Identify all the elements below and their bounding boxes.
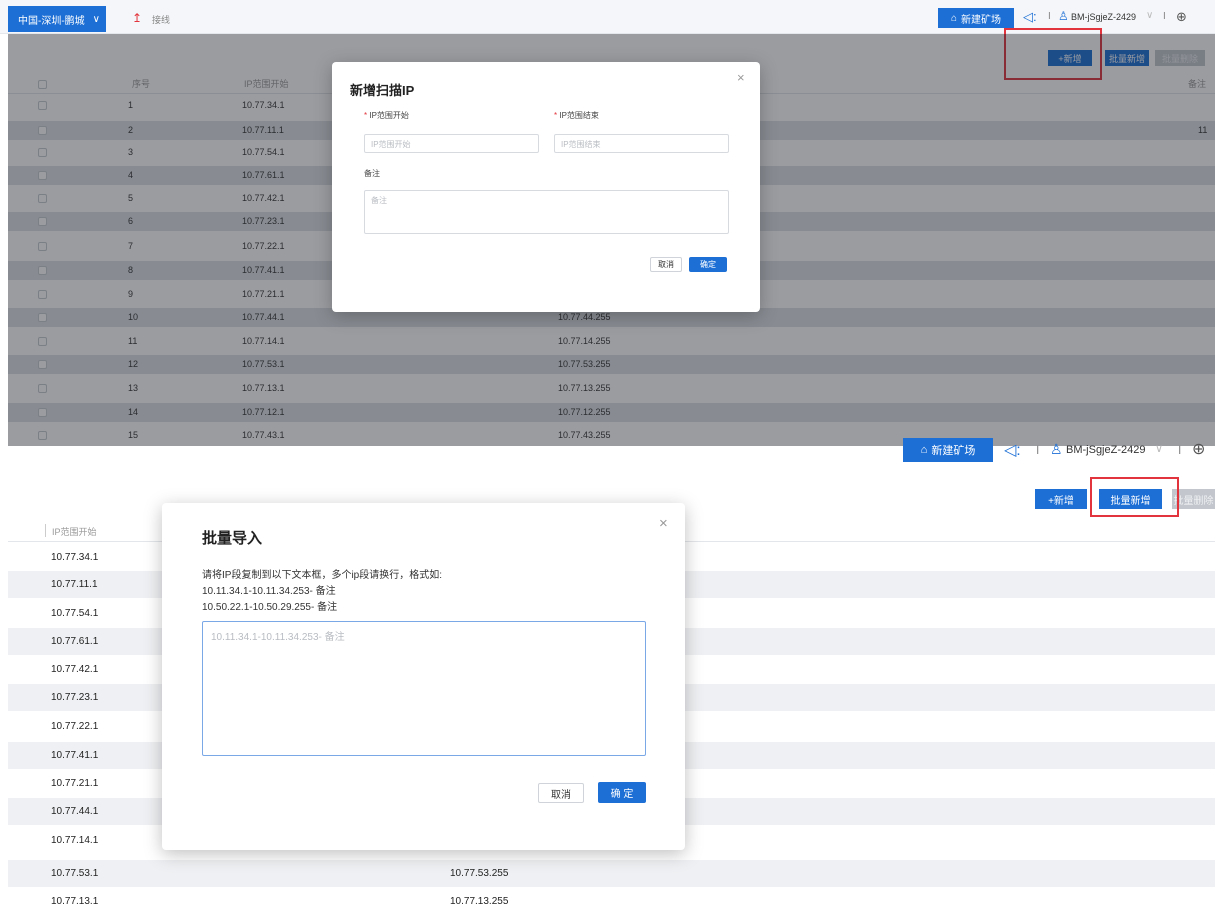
example-line-1: 10.11.34.1-10.11.34.253- 备注 bbox=[202, 586, 336, 597]
globe-icon[interactable]: ⊕ bbox=[1192, 439, 1205, 459]
add-button[interactable]: +新增 bbox=[1035, 489, 1087, 509]
username[interactable]: BM-jSgjeZ-2429 bbox=[1071, 12, 1136, 22]
add-scan-ip-dialog: 新增扫描IP × * IP范围开始 * IP范围结束 IP范围开始 IP范围结束… bbox=[332, 62, 760, 312]
ip-start-input[interactable]: IP范围开始 bbox=[364, 134, 539, 153]
table-row[interactable]: 10.77.53.1 10.77.53.255 bbox=[8, 860, 1215, 887]
ip-start-label-text: IP范围开始 bbox=[369, 111, 409, 120]
new-factory-label: 新建矿场 bbox=[961, 14, 1002, 26]
close-icon[interactable]: × bbox=[659, 515, 668, 532]
user-icon: ♙ bbox=[1050, 441, 1063, 457]
separator: I bbox=[1178, 443, 1182, 457]
row-ip-start: 10.77.22.1 bbox=[51, 721, 99, 732]
col-ip-start: IP范围开始 bbox=[52, 527, 97, 537]
chevron-down-icon[interactable]: ∨ bbox=[1155, 442, 1163, 455]
example-line-2: 10.50.22.1-10.50.29.255- 备注 bbox=[202, 602, 338, 613]
row-ip-start: 10.77.54.1 bbox=[51, 608, 99, 619]
confirm-button[interactable]: 确定 bbox=[689, 257, 727, 272]
cancel-button[interactable]: 取消 bbox=[650, 257, 682, 272]
chevron-down-icon: ∨ bbox=[92, 13, 100, 25]
highlight-box bbox=[1090, 477, 1179, 517]
new-factory-button[interactable]: ⌂ 新建矿场 bbox=[903, 438, 993, 462]
table-row[interactable]: 10.77.13.1 10.77.13.255 bbox=[8, 888, 1215, 915]
dialog-title: 新增扫描IP bbox=[350, 83, 415, 98]
nav-label: 接线 bbox=[152, 15, 171, 25]
row-ip-start: 10.77.44.1 bbox=[51, 806, 99, 817]
confirm-button[interactable]: 确 定 bbox=[598, 782, 646, 803]
region-selector[interactable]: 中国-深圳-鹏城 ∨ bbox=[8, 6, 106, 32]
row-ip-end: 10.77.13.255 bbox=[450, 896, 509, 907]
row-ip-start: 10.77.61.1 bbox=[51, 636, 99, 647]
region-label: 中国-深圳-鹏城 bbox=[18, 15, 85, 27]
row-ip-start: 10.77.14.1 bbox=[51, 835, 99, 846]
row-ip-start: 10.77.13.1 bbox=[51, 896, 99, 907]
remark-textarea[interactable]: 备注 bbox=[364, 190, 729, 234]
row-ip-start: 10.77.23.1 bbox=[51, 692, 99, 703]
building-icon: ⌂ bbox=[920, 444, 928, 456]
ip-end-input[interactable]: IP范围结束 bbox=[554, 134, 729, 153]
building-icon: ⌂ bbox=[950, 12, 958, 24]
chevron-down-icon[interactable]: ∨ bbox=[1146, 10, 1153, 21]
dialog-title: 批量导入 bbox=[202, 530, 263, 547]
row-ip-start: 10.77.34.1 bbox=[51, 552, 99, 563]
separator: I bbox=[1163, 11, 1166, 22]
separator: I bbox=[1036, 443, 1040, 457]
globe-icon[interactable]: ⊕ bbox=[1176, 9, 1187, 25]
speaker-icon[interactable]: ◁: bbox=[1004, 440, 1021, 460]
close-icon[interactable]: × bbox=[737, 70, 745, 85]
ip-end-label: * IP范围结束 bbox=[554, 111, 599, 120]
speaker-icon[interactable]: ◁: bbox=[1023, 9, 1037, 25]
row-ip-start: 10.77.42.1 bbox=[51, 664, 99, 675]
username[interactable]: BM-jSgjeZ-2429 bbox=[1066, 444, 1145, 456]
ip-end-label-text: IP范围结束 bbox=[559, 111, 599, 120]
row-ip-start: 10.77.11.1 bbox=[51, 579, 98, 590]
cancel-button[interactable]: 取消 bbox=[538, 783, 584, 803]
row-ip-start: 10.77.21.1 bbox=[51, 778, 99, 789]
row-ip-start: 10.77.41.1 bbox=[51, 750, 99, 761]
header-bar-2 bbox=[0, 446, 1215, 474]
ip-start-label: * IP范围开始 bbox=[364, 111, 409, 120]
new-factory-button[interactable]: ⌂ 新建矿场 bbox=[938, 8, 1014, 28]
user-icon: ♙ bbox=[1058, 9, 1069, 23]
ip-textarea[interactable]: 10.11.34.1-10.11.34.253- 备注 bbox=[202, 621, 646, 756]
new-factory-label: 新建矿场 bbox=[931, 445, 976, 457]
alert-icon: ↥ bbox=[132, 11, 143, 25]
separator: I bbox=[1048, 11, 1051, 22]
row-ip-start: 10.77.53.1 bbox=[51, 868, 99, 879]
batch-import-dialog: 批量导入 × 请将IP段复制到以下文本框，多个ip段请换行，格式如: 10.11… bbox=[162, 503, 685, 850]
row-ip-end: 10.77.53.255 bbox=[450, 868, 509, 879]
column-divider bbox=[45, 524, 46, 537]
instruction-text: 请将IP段复制到以下文本框，多个ip段请换行，格式如: bbox=[202, 570, 443, 581]
remark-label: 备注 bbox=[364, 169, 380, 178]
